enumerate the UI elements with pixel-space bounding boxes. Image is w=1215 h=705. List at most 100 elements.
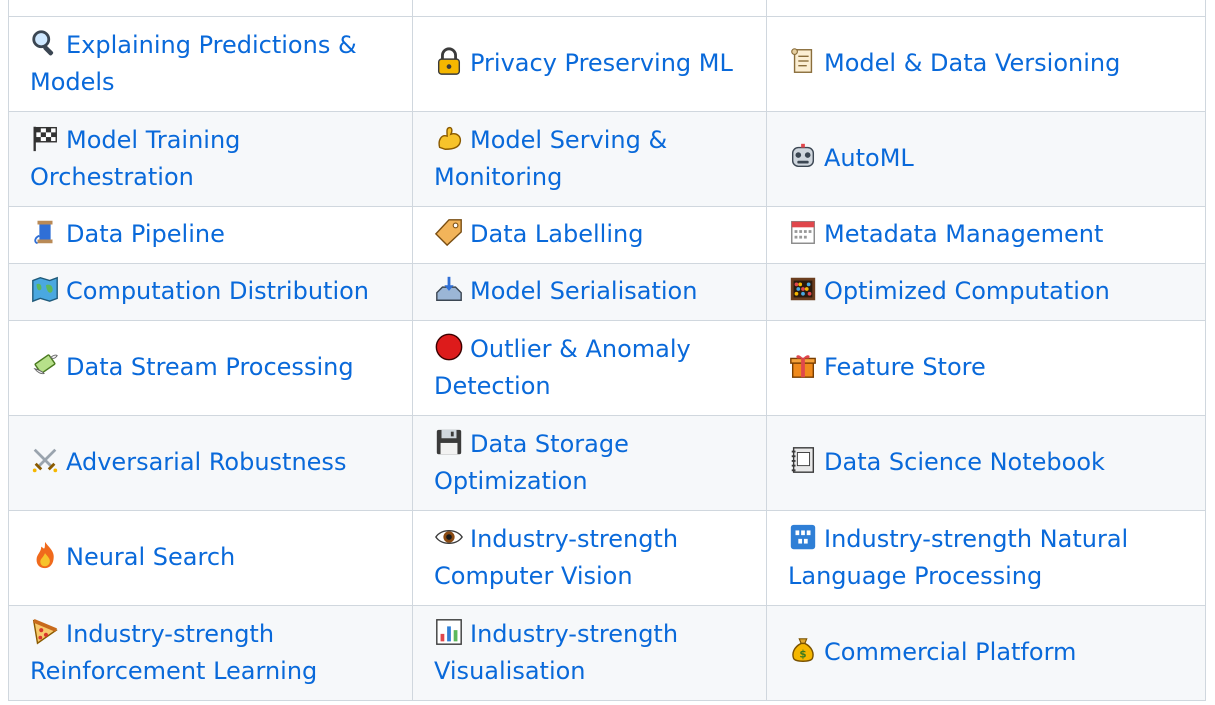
scroll-icon (788, 46, 818, 76)
table-row: Model Training Orchestration Model Servi… (8, 111, 1206, 207)
category-link-model-training-orchestration[interactable]: Model Training Orchestration (30, 126, 240, 192)
table-cell (8, 0, 413, 17)
category-link-computation-distribution[interactable]: Computation Distribution (30, 274, 369, 306)
category-link-visualisation[interactable]: Industry-strength Visualisation (434, 617, 679, 686)
category-link-commercial-platform[interactable]: $ Commercial Platform (788, 638, 1076, 666)
table-cell: Metadata Management (766, 206, 1206, 264)
table-row-header-stub (8, 0, 1206, 17)
abacus-icon (788, 274, 818, 304)
crossed-swords-icon (30, 445, 60, 475)
red-circle-icon (434, 332, 464, 362)
category-label: AutoML (824, 144, 914, 173)
table-cell: AutoML (766, 111, 1206, 207)
category-link-optimized-computation[interactable]: Optimized Computation (788, 277, 1110, 305)
table-cell: Industry-strength Reinforcement Learning (8, 605, 413, 701)
money-with-wings-icon (30, 350, 60, 380)
category-label: Data Labelling (470, 220, 644, 249)
category-label: Adversarial Robustness (66, 448, 347, 477)
inbox-tray-icon (434, 274, 464, 304)
category-label: Data Pipeline (66, 220, 225, 249)
category-link-privacy-preserving-ml[interactable]: Privacy Preserving ML (434, 46, 733, 78)
table-cell: Feature Store (766, 320, 1206, 416)
pizza-icon (30, 617, 60, 647)
category-link-data-storage-optimization[interactable]: Data Storage Optimization (434, 427, 629, 495)
category-link-metadata-management[interactable]: Metadata Management (788, 220, 1103, 248)
category-link-explaining-predictions[interactable]: Explaining Predictions & Models (30, 28, 357, 97)
table-cell: $ Commercial Platform (766, 605, 1206, 701)
table-cell: Industry-strength Computer Vision (412, 510, 767, 606)
table-cell: Optimized Computation (766, 263, 1206, 321)
category-label: Outlier & Anomaly Detection (434, 334, 691, 401)
category-label: Data Stream Processing (66, 353, 354, 382)
robot-icon (788, 141, 818, 171)
category-label: Optimized Computation (824, 277, 1110, 306)
category-label: Privacy Preserving ML (470, 49, 733, 78)
category-label: Industry-strength Visualisation (434, 619, 679, 686)
world-map-icon (30, 274, 60, 304)
label-tag-icon (434, 217, 464, 247)
category-label: Industry-strength Natural Language Proce… (788, 524, 1129, 591)
svg-text:$: $ (799, 649, 806, 661)
category-link-data-stream-processing[interactable]: Data Stream Processing (30, 353, 354, 381)
category-link-data-science-notebook[interactable]: Data Science Notebook (788, 445, 1105, 477)
abcd-input-icon (788, 522, 818, 552)
thread-spool-icon (30, 217, 60, 247)
category-table: Explaining Predictions & Models Privacy … (8, 0, 1206, 701)
table-cell: Data Pipeline (8, 206, 413, 264)
category-label: Feature Store (824, 353, 986, 382)
lock-icon (434, 46, 464, 76)
table-cell: Model Serialisation (412, 263, 767, 321)
category-label: Industry-strength Computer Vision (434, 524, 679, 591)
table-cell: Data Labelling (412, 206, 767, 264)
calendar-icon (788, 217, 818, 247)
table-row: Data Stream Processing Outlier & Anomaly… (8, 320, 1206, 416)
table-cell: Computation Distribution (8, 263, 413, 321)
magnifying-glass-icon (30, 28, 60, 58)
category-link-adversarial-robustness[interactable]: Adversarial Robustness (30, 448, 346, 476)
table-cell: Data Storage Optimization (412, 415, 767, 511)
category-link-data-pipeline[interactable]: Data Pipeline (30, 220, 225, 248)
eye-icon (434, 522, 464, 552)
category-label: Explaining Predictions & Models (30, 30, 357, 97)
table-cell: Model Training Orchestration (8, 111, 413, 207)
table-row: Neural Search Industry-strength Computer… (8, 510, 1206, 606)
category-label: Computation Distribution (66, 277, 369, 306)
table-cell: Privacy Preserving ML (412, 16, 767, 112)
gift-icon (788, 350, 818, 380)
table-cell: Explaining Predictions & Models (8, 16, 413, 112)
table-cell: Outlier & Anomaly Detection (412, 320, 767, 416)
category-label: Commercial Platform (824, 638, 1077, 667)
money-bag-icon: $ (788, 635, 818, 665)
table-cell (766, 0, 1206, 17)
category-link-model-serialisation[interactable]: Model Serialisation (434, 277, 697, 305)
table-row: Computation Distribution Model Serialisa… (8, 263, 1206, 321)
category-link-neural-search[interactable]: Neural Search (30, 540, 235, 571)
category-label: Data Science Notebook (824, 448, 1105, 477)
notebook-icon (788, 445, 818, 475)
flexed-biceps-icon (434, 123, 464, 153)
category-link-data-labelling[interactable]: Data Labelling (434, 217, 644, 249)
table-cell: Model & Data Versioning (766, 16, 1206, 112)
table-cell: Industry-strength Visualisation (412, 605, 767, 701)
category-label: Model Serving & Monitoring (434, 125, 668, 192)
category-label: Model Training Orchestration (30, 125, 241, 192)
fire-icon (30, 540, 60, 570)
table-cell: Model Serving & Monitoring (412, 111, 767, 207)
bar-chart-icon (434, 617, 464, 647)
category-link-natural-language-processing[interactable]: Industry-strength Natural Language Proce… (788, 522, 1129, 591)
table-row: Industry-strength Reinforcement Learning… (8, 605, 1206, 701)
category-link-model-serving-monitoring[interactable]: Model Serving & Monitoring (434, 126, 667, 192)
floppy-disk-icon (434, 427, 464, 457)
category-table-body: Explaining Predictions & Models Privacy … (8, 0, 1206, 701)
category-link-outlier-anomaly-detection[interactable]: Outlier & Anomaly Detection (434, 332, 691, 401)
category-link-automl[interactable]: AutoML (788, 144, 914, 172)
table-cell (412, 0, 767, 17)
category-link-computer-vision[interactable]: Industry-strength Computer Vision (434, 525, 678, 591)
category-label: Industry-strength Reinforcement Learning (30, 619, 318, 686)
table-cell: Adversarial Robustness (8, 415, 413, 511)
category-link-reinforcement-learning[interactable]: Industry-strength Reinforcement Learning (30, 617, 318, 686)
category-link-model-data-versioning[interactable]: Model & Data Versioning (788, 46, 1121, 78)
table-row: Explaining Predictions & Models Privacy … (8, 16, 1206, 112)
category-label: Model & Data Versioning (824, 49, 1121, 78)
category-link-feature-store[interactable]: Feature Store (788, 353, 986, 381)
